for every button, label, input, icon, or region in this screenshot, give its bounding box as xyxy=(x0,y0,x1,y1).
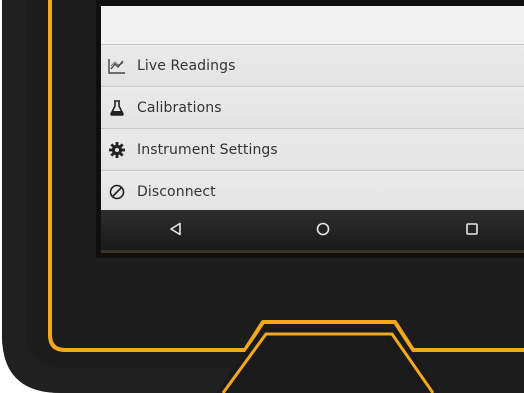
menu-item-calibrations[interactable]: Calibrations xyxy=(101,86,524,128)
menu-item-label: Instrument Settings xyxy=(137,141,278,158)
back-triangle-icon xyxy=(169,222,183,241)
menu-item-instrument-settings[interactable]: Instrument Settings xyxy=(101,128,524,170)
menu-item-label: Live Readings xyxy=(137,57,236,74)
flask-icon xyxy=(108,99,126,117)
menu-item-label: Disconnect xyxy=(137,183,216,200)
recents-button[interactable] xyxy=(459,218,485,244)
disconnect-icon xyxy=(108,183,126,201)
app-screen: Live Readings Calibrations Instrument Se… xyxy=(101,6,524,210)
chart-icon xyxy=(108,57,126,75)
android-navigation-bar xyxy=(101,210,524,250)
home-button[interactable] xyxy=(310,218,336,244)
screen-bezel-edge xyxy=(101,250,524,253)
menu-item-label: Calibrations xyxy=(137,99,222,116)
menu-item-disconnect[interactable]: Disconnect xyxy=(101,170,524,210)
recents-square-icon xyxy=(465,222,479,241)
gear-icon xyxy=(108,141,126,159)
back-button[interactable] xyxy=(163,218,189,244)
home-circle-icon xyxy=(316,222,330,241)
screen-header-area xyxy=(101,6,524,44)
menu-item-live-readings[interactable]: Live Readings xyxy=(101,44,524,86)
